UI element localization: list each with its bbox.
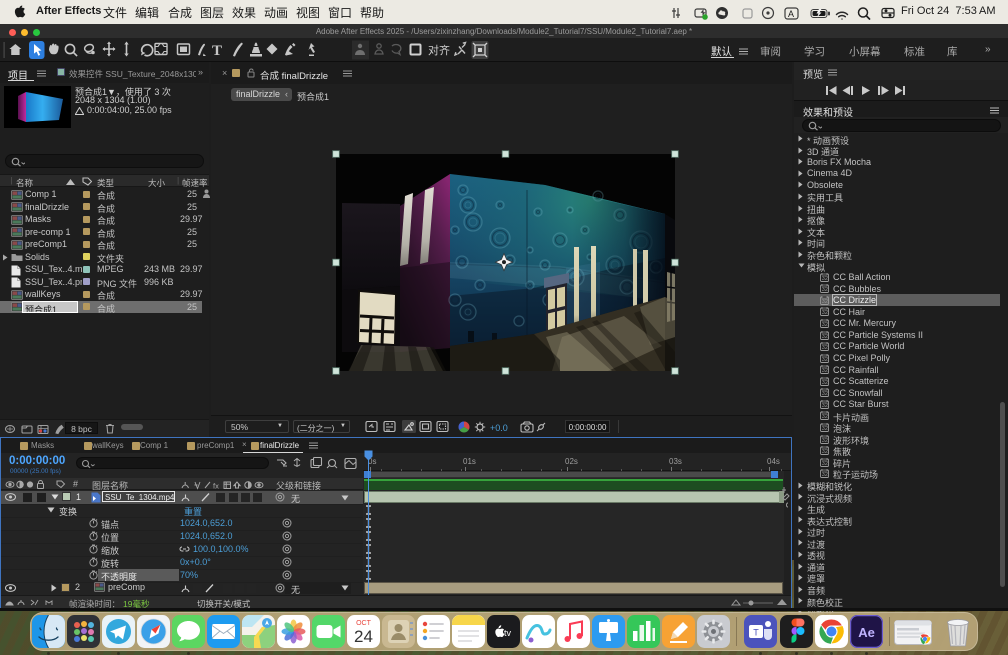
svg-text:32: 32 xyxy=(822,345,828,351)
svg-text:32: 32 xyxy=(822,334,828,340)
svg-text:fx: fx xyxy=(213,481,219,490)
svg-text:Ae: Ae xyxy=(858,625,875,640)
svg-text:32: 32 xyxy=(822,403,828,409)
svg-text:32: 32 xyxy=(822,357,828,363)
svg-text:32: 32 xyxy=(822,276,828,282)
svg-text:32: 32 xyxy=(822,380,828,386)
svg-text:32: 32 xyxy=(822,426,828,432)
svg-text:32: 32 xyxy=(822,311,828,317)
svg-text:32: 32 xyxy=(822,368,828,374)
svg-text:+0.0: +0.0 xyxy=(490,423,508,433)
svg-text:tv: tv xyxy=(504,628,512,638)
svg-text:32: 32 xyxy=(822,461,828,467)
svg-text:T: T xyxy=(753,628,759,638)
svg-text:A: A xyxy=(788,9,794,19)
svg-text:32: 32 xyxy=(822,299,828,305)
svg-text:32: 32 xyxy=(822,438,828,444)
svg-text:对齐: 对齐 xyxy=(428,43,450,57)
svg-text:32: 32 xyxy=(822,288,828,294)
svg-text:32: 32 xyxy=(822,449,828,455)
svg-text:32: 32 xyxy=(822,415,828,421)
svg-text:24: 24 xyxy=(354,627,373,646)
svg-text:32: 32 xyxy=(822,391,828,397)
svg-text:32: 32 xyxy=(822,472,828,478)
svg-text:OCT: OCT xyxy=(356,620,372,627)
svg-text:T: T xyxy=(212,43,222,59)
svg-text:32: 32 xyxy=(822,322,828,328)
